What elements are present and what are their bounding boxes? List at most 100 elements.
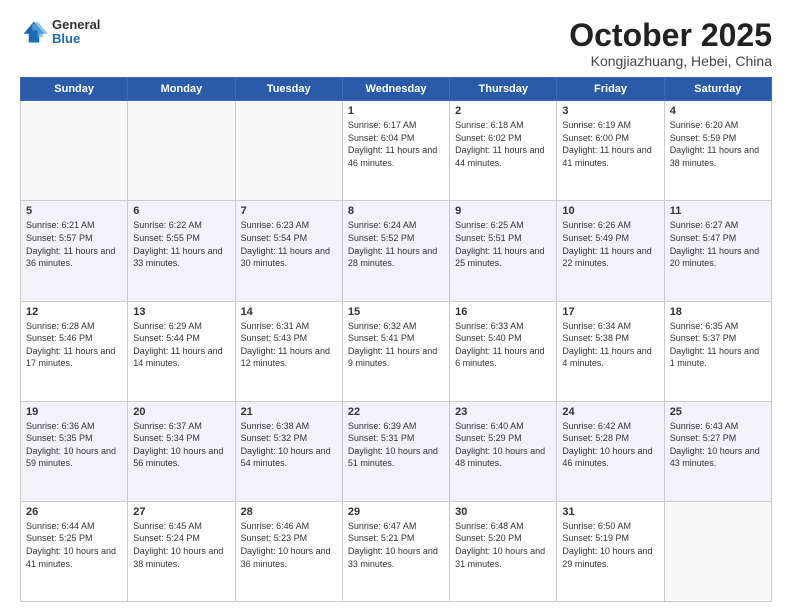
calendar-cell: 29Sunrise: 6:47 AMSunset: 5:21 PMDayligh…: [342, 501, 449, 601]
day-info: Sunrise: 6:45 AMSunset: 5:24 PMDaylight:…: [133, 520, 229, 570]
calendar-cell: [21, 101, 128, 201]
day-number: 17: [562, 306, 658, 318]
day-header-thursday: Thursday: [450, 78, 557, 101]
calendar-cell: [128, 101, 235, 201]
day-info: Sunrise: 6:25 AMSunset: 5:51 PMDaylight:…: [455, 219, 551, 269]
day-info: Sunrise: 6:27 AMSunset: 5:47 PMDaylight:…: [670, 219, 766, 269]
calendar-cell: 19 Sunrise: 6:36 AMSunset: 5:35 PMDayligh…: [21, 401, 128, 501]
day-number: 18: [670, 306, 766, 318]
day-number: 2: [455, 105, 551, 117]
day-number: 11: [670, 205, 766, 217]
day-header-wednesday: Wednesday: [342, 78, 449, 101]
day-info: Sunrise: 6:18 AMSunset: 6:02 PMDaylight:…: [455, 119, 551, 169]
day-number: 3: [562, 105, 658, 117]
calendar-cell: 3 Sunrise: 6:19 AMSunset: 6:00 PMDaylight…: [557, 101, 664, 201]
calendar-cell: 24 Sunrise: 6:42 AMSunset: 5:28 PMDayligh…: [557, 401, 664, 501]
calendar-cell: 15 Sunrise: 6:32 AMSunset: 5:41 PMDayligh…: [342, 301, 449, 401]
day-number: 5: [26, 205, 122, 217]
day-info: Sunrise: 6:47 AMSunset: 5:21 PMDaylight:…: [348, 520, 444, 570]
calendar-cell: 4Sunrise: 6:20 AMSunset: 5:59 PMDaylight…: [664, 101, 771, 201]
day-info: Sunrise: 6:23 AMSunset: 5:54 PMDaylight:…: [241, 219, 337, 269]
calendar-cell: [664, 501, 771, 601]
day-info: Sunrise: 6:34 AMSunset: 5:38 PMDaylight:…: [562, 320, 658, 370]
calendar-cell: 26 Sunrise: 6:44 AMSunset: 5:25 PMDayligh…: [21, 501, 128, 601]
calendar-cell: [235, 101, 342, 201]
calendar-cell: 25Sunrise: 6:43 AMSunset: 5:27 PMDayligh…: [664, 401, 771, 501]
day-header-tuesday: Tuesday: [235, 78, 342, 101]
day-info: Sunrise: 6:43 AMSunset: 5:27 PMDaylight:…: [670, 420, 766, 470]
day-number: 30: [455, 506, 551, 518]
day-number: 14: [241, 306, 337, 318]
logo-blue: Blue: [52, 32, 100, 46]
day-info: Sunrise: 6:37 AMSunset: 5:34 PMDaylight:…: [133, 420, 229, 470]
day-number: 15: [348, 306, 444, 318]
calendar-cell: 21 Sunrise: 6:38 AMSunset: 5:32 PMDayligh…: [235, 401, 342, 501]
day-info: Sunrise: 6:19 AMSunset: 6:00 PMDaylight:…: [562, 119, 658, 169]
day-info: Sunrise: 6:42 AMSunset: 5:28 PMDaylight:…: [562, 420, 658, 470]
calendar-header-row: SundayMondayTuesdayWednesdayThursdayFrid…: [21, 78, 772, 101]
day-number: 28: [241, 506, 337, 518]
calendar-cell: 28 Sunrise: 6:46 AMSunset: 5:23 PMDayligh…: [235, 501, 342, 601]
day-info: Sunrise: 6:44 AMSunset: 5:25 PMDaylight:…: [26, 520, 122, 570]
calendar-cell: 30 Sunrise: 6:48 AMSunset: 5:20 PMDayligh…: [450, 501, 557, 601]
calendar-cell: 13 Sunrise: 6:29 AMSunset: 5:44 PMDayligh…: [128, 301, 235, 401]
calendar-cell: 9 Sunrise: 6:25 AMSunset: 5:51 PMDaylight…: [450, 201, 557, 301]
day-number: 6: [133, 205, 229, 217]
calendar-cell: 5 Sunrise: 6:21 AMSunset: 5:57 PMDaylight…: [21, 201, 128, 301]
day-number: 8: [348, 205, 444, 217]
day-info: Sunrise: 6:31 AMSunset: 5:43 PMDaylight:…: [241, 320, 337, 370]
day-info: Sunrise: 6:39 AMSunset: 5:31 PMDaylight:…: [348, 420, 444, 470]
logo-icon: [20, 18, 48, 46]
calendar-week-row: 12Sunrise: 6:28 AMSunset: 5:46 PMDayligh…: [21, 301, 772, 401]
day-info: Sunrise: 6:40 AMSunset: 5:29 PMDaylight:…: [455, 420, 551, 470]
calendar-cell: 20 Sunrise: 6:37 AMSunset: 5:34 PMDayligh…: [128, 401, 235, 501]
day-info: Sunrise: 6:28 AMSunset: 5:46 PMDaylight:…: [26, 320, 122, 370]
day-number: 16: [455, 306, 551, 318]
calendar-cell: 22 Sunrise: 6:39 AMSunset: 5:31 PMDayligh…: [342, 401, 449, 501]
calendar-cell: 6 Sunrise: 6:22 AMSunset: 5:55 PMDaylight…: [128, 201, 235, 301]
calendar-table: SundayMondayTuesdayWednesdayThursdayFrid…: [20, 77, 772, 602]
logo-text: General Blue: [52, 18, 100, 47]
page: General Blue October 2025 Kongjiazhuang,…: [0, 0, 792, 612]
day-info: Sunrise: 6:48 AMSunset: 5:20 PMDaylight:…: [455, 520, 551, 570]
calendar-cell: 11 Sunrise: 6:27 AMSunset: 5:47 PMDayligh…: [664, 201, 771, 301]
day-number: 13: [133, 306, 229, 318]
day-number: 27: [133, 506, 229, 518]
calendar-cell: 27 Sunrise: 6:45 AMSunset: 5:24 PMDayligh…: [128, 501, 235, 601]
day-info: Sunrise: 6:38 AMSunset: 5:32 PMDaylight:…: [241, 420, 337, 470]
day-number: 24: [562, 406, 658, 418]
day-number: 22: [348, 406, 444, 418]
day-info: Sunrise: 6:24 AMSunset: 5:52 PMDaylight:…: [348, 219, 444, 269]
calendar-cell: 16 Sunrise: 6:33 AMSunset: 5:40 PMDayligh…: [450, 301, 557, 401]
day-info: Sunrise: 6:22 AMSunset: 5:55 PMDaylight:…: [133, 219, 229, 269]
calendar-cell: 7 Sunrise: 6:23 AMSunset: 5:54 PMDaylight…: [235, 201, 342, 301]
calendar-cell: 12Sunrise: 6:28 AMSunset: 5:46 PMDayligh…: [21, 301, 128, 401]
calendar-cell: 10Sunrise: 6:26 AMSunset: 5:49 PMDayligh…: [557, 201, 664, 301]
calendar-cell: 1Sunrise: 6:17 AMSunset: 6:04 PMDaylight…: [342, 101, 449, 201]
day-info: Sunrise: 6:32 AMSunset: 5:41 PMDaylight:…: [348, 320, 444, 370]
day-number: 23: [455, 406, 551, 418]
day-info: Sunrise: 6:36 AMSunset: 5:35 PMDaylight:…: [26, 420, 122, 470]
calendar-week-row: 26 Sunrise: 6:44 AMSunset: 5:25 PMDayligh…: [21, 501, 772, 601]
day-number: 19: [26, 406, 122, 418]
title-block: October 2025 Kongjiazhuang, Hebei, China: [569, 18, 772, 69]
day-number: 31: [562, 506, 658, 518]
calendar-cell: 14 Sunrise: 6:31 AMSunset: 5:43 PMDayligh…: [235, 301, 342, 401]
day-number: 21: [241, 406, 337, 418]
day-number: 7: [241, 205, 337, 217]
day-header-friday: Friday: [557, 78, 664, 101]
day-number: 26: [26, 506, 122, 518]
day-info: Sunrise: 6:17 AMSunset: 6:04 PMDaylight:…: [348, 119, 444, 169]
month-title: October 2025: [569, 18, 772, 53]
day-info: Sunrise: 6:20 AMSunset: 5:59 PMDaylight:…: [670, 119, 766, 169]
logo-general: General: [52, 18, 100, 32]
calendar-cell: 17 Sunrise: 6:34 AMSunset: 5:38 PMDayligh…: [557, 301, 664, 401]
day-info: Sunrise: 6:35 AMSunset: 5:37 PMDaylight:…: [670, 320, 766, 370]
day-info: Sunrise: 6:21 AMSunset: 5:57 PMDaylight:…: [26, 219, 122, 269]
calendar-cell: 8 Sunrise: 6:24 AMSunset: 5:52 PMDaylight…: [342, 201, 449, 301]
day-info: Sunrise: 6:46 AMSunset: 5:23 PMDaylight:…: [241, 520, 337, 570]
day-number: 9: [455, 205, 551, 217]
day-info: Sunrise: 6:29 AMSunset: 5:44 PMDaylight:…: [133, 320, 229, 370]
day-number: 20: [133, 406, 229, 418]
day-info: Sunrise: 6:33 AMSunset: 5:40 PMDaylight:…: [455, 320, 551, 370]
